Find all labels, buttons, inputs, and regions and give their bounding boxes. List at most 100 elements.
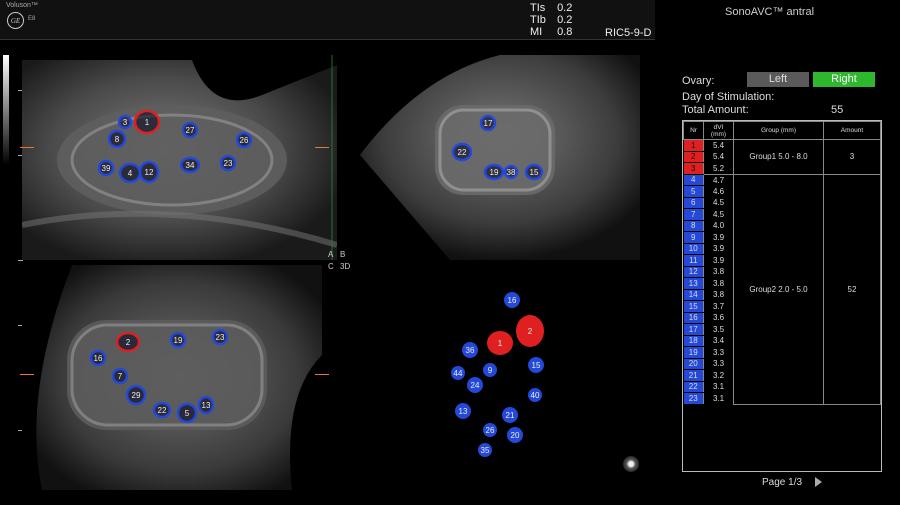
- follicle-label: 15: [532, 361, 541, 370]
- follicle-label: 16: [94, 354, 103, 363]
- follicle-label: 34: [186, 161, 195, 170]
- follicle-dvi: 4.5: [703, 208, 734, 220]
- follicle-nr: 12: [683, 266, 704, 278]
- follicle-label: 17: [484, 119, 493, 128]
- orientation-marker: [315, 374, 329, 375]
- follicle-label: 24: [471, 381, 480, 390]
- follicle-label: 1: [498, 339, 503, 348]
- ovary-left-button[interactable]: Left: [747, 72, 809, 87]
- follicle-nr: 19: [683, 346, 704, 359]
- follicle-label: 26: [240, 136, 249, 145]
- follicle-nr: 2: [683, 151, 704, 163]
- follicle-dvi: 3.9: [703, 254, 734, 266]
- follicle-nr: 4: [683, 174, 704, 186]
- follicle-dvi: 5.2: [703, 162, 734, 174]
- grayscale-bar: [3, 55, 9, 165]
- follicle-label: 23: [224, 159, 233, 168]
- total-amount-value: 55: [831, 104, 844, 116]
- sonoavc-panel: SonoAVC™ antral Ovary: Left Right Day of…: [655, 0, 900, 505]
- page-indicator: Page 1/3: [762, 477, 803, 488]
- follicle-label: 12: [145, 168, 154, 177]
- follicle-label: 15: [530, 168, 539, 177]
- follicle-nr: 5: [683, 185, 704, 198]
- follicle-dvi: 5.4: [703, 151, 734, 163]
- follicle-label: 7: [118, 372, 123, 381]
- follicle-nr: 23: [683, 392, 704, 405]
- follicle-label: 21: [506, 411, 515, 420]
- follicle-dvi: 3.8: [703, 266, 734, 278]
- ultrasound-pane-b[interactable]: 17 22 19 38 15: [340, 55, 655, 260]
- follicle-nr: 16: [683, 312, 704, 324]
- index-tib: TIb 0.2: [530, 14, 573, 26]
- stimulation-day-label: Day of Stimulation:: [682, 91, 775, 103]
- quad-label-b[interactable]: B: [340, 250, 345, 259]
- follicle-label: 3: [123, 118, 128, 127]
- follicle-label: 20: [511, 431, 520, 440]
- follicle-nr: 7: [683, 208, 704, 221]
- follicle-nr: 8: [683, 220, 704, 232]
- col-nr: Nr: [683, 121, 704, 140]
- follicle-nr: 9: [683, 231, 704, 244]
- render-3d-pane[interactable]: 1 2 16 36 44 24 9 13 40 15 26 21 20 35: [340, 265, 655, 490]
- group1-range: Group1 5.0 - 8.0: [733, 139, 824, 175]
- follicle-label: 2: [126, 338, 131, 347]
- follicle-label: 1: [145, 118, 150, 127]
- panel-title: SonoAVC™ antral: [725, 6, 815, 18]
- group2-range: Group2 2.0 - 5.0: [733, 173, 824, 405]
- follicle-cluster-3d: 1 2 16 36 44 24 9 13 40 15 26 21 20 35: [451, 292, 544, 457]
- follicle-label: 16: [508, 296, 517, 305]
- col-amount: Amount: [823, 121, 881, 140]
- follicle-dvi: 3.9: [703, 231, 734, 243]
- group1-amount: 3: [823, 139, 881, 175]
- follicle-dvi: 5.4: [703, 139, 734, 151]
- ultrasound-pane-a[interactable]: 1 3 8 4 12 39 34 27 26 23: [22, 55, 337, 260]
- follicle-nr: 1: [683, 139, 704, 152]
- follicle-label: 2: [528, 327, 533, 336]
- quad-label-c[interactable]: C: [328, 262, 334, 271]
- follicle-nr: 3: [683, 162, 704, 175]
- table-row[interactable]: 4 4.7 Group2 2.0 - 5.0 52: [683, 173, 881, 405]
- quadrant-labels: A B C 3D: [326, 250, 354, 274]
- follicle-dvi: 4.7: [703, 173, 734, 186]
- col-group: Group (mm): [733, 121, 824, 140]
- follicle-label: 44: [454, 369, 463, 378]
- orientation-marker: [20, 374, 34, 375]
- table-header-row: Nr dVI (mm) Group (mm) Amount: [683, 121, 881, 140]
- follicle-nr: 17: [683, 323, 704, 336]
- follicle-dvi: 3.8: [703, 289, 734, 301]
- table-row[interactable]: 1 5.4 Group1 5.0 - 8.0 3: [683, 139, 881, 175]
- quad-label-a[interactable]: A: [328, 250, 333, 259]
- follicle-label: 22: [458, 148, 467, 157]
- follicle-label: 19: [174, 336, 183, 345]
- orientation-marker: [315, 147, 329, 148]
- next-page-arrow-icon[interactable]: [815, 477, 822, 487]
- ge-logo-icon: GE: [7, 12, 24, 29]
- follicle-label: 29: [132, 391, 141, 400]
- ovary-right-button[interactable]: Right: [813, 72, 875, 87]
- follicle-nr: 6: [683, 197, 704, 209]
- follicle-dvi: 3.6: [703, 312, 734, 324]
- follicle-dvi: 4.0: [703, 220, 734, 232]
- follicle-nr: 13: [683, 277, 704, 290]
- follicle-label: 8: [115, 135, 120, 144]
- brand-label: Voluson™: [6, 2, 38, 9]
- navigation-dot-icon[interactable]: [623, 456, 639, 472]
- follicle-label: 39: [102, 164, 111, 173]
- follicle-nr: 22: [683, 381, 704, 393]
- follicle-table: Nr dVI (mm) Group (mm) Amount 1 5.4 Group1…: [682, 120, 882, 472]
- ovary-label: Ovary:: [682, 75, 715, 87]
- follicle-dvi: 3.3: [703, 346, 734, 358]
- quad-label-3d[interactable]: 3D: [340, 262, 350, 271]
- info-header: Voluson™ GE E8 TIs 0.2 TIb 0.2 MI 0.8 RI…: [0, 0, 655, 40]
- follicle-nr: 14: [683, 289, 704, 301]
- follicle-label: 4: [128, 169, 133, 178]
- follicle-dvi: 3.1: [703, 392, 734, 404]
- col-dvi: dVI (mm): [703, 121, 734, 140]
- follicle-nr: 11: [683, 254, 704, 267]
- follicle-dvi: 3.8: [703, 277, 734, 289]
- follicle-label: 36: [466, 346, 475, 355]
- follicle-nr: 21: [683, 369, 704, 382]
- follicle-dvi: 3.4: [703, 335, 734, 347]
- ultrasound-pane-c[interactable]: 2 16 7 29 22 5 13 19 23: [22, 265, 337, 490]
- probe-model: E8: [28, 16, 36, 22]
